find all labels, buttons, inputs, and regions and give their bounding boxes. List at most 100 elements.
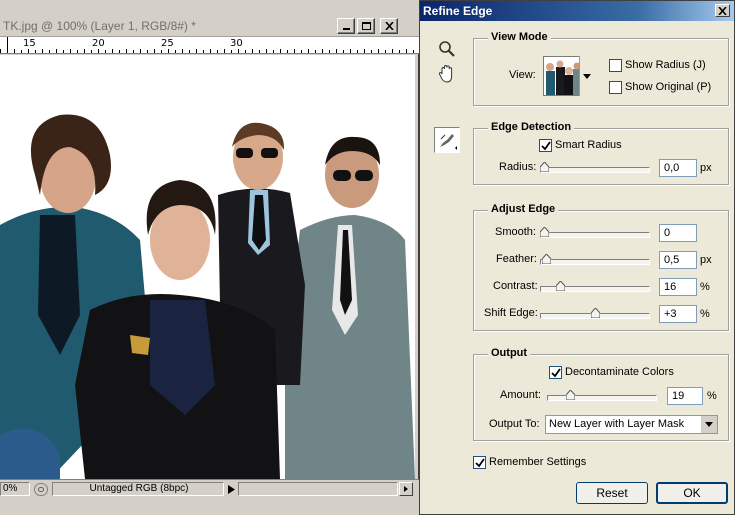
ruler-tick bbox=[7, 37, 8, 53]
output-to-value: New Layer with Layer Mask bbox=[549, 418, 685, 430]
view-dropdown-button[interactable] bbox=[579, 56, 593, 96]
document-titlebar[interactable]: TK.jpg @ 100% (Layer 1, RGB/8#) * bbox=[0, 0, 419, 37]
ruler-tick bbox=[406, 49, 407, 53]
ruler-tick bbox=[28, 49, 29, 53]
show-original-checkbox[interactable] bbox=[609, 81, 622, 94]
ruler-tick bbox=[273, 50, 274, 53]
ruler-tick bbox=[161, 50, 162, 53]
ruler-label: 30 bbox=[230, 38, 243, 49]
zoom-tool[interactable] bbox=[436, 38, 458, 60]
reset-button[interactable]: Reset bbox=[576, 482, 648, 504]
minimize-icon bbox=[342, 28, 350, 30]
ok-button[interactable]: OK bbox=[656, 482, 728, 504]
doc-info-icon bbox=[38, 487, 44, 492]
shift-edge-unit: % bbox=[700, 308, 710, 320]
decontaminate-checkbox[interactable] bbox=[549, 366, 562, 379]
dialog-titlebar[interactable]: Refine Edge bbox=[420, 1, 734, 21]
ruler-tick bbox=[238, 49, 239, 53]
ruler-tick bbox=[413, 50, 414, 53]
zoom-level-field[interactable]: 0% bbox=[0, 482, 30, 496]
ruler-tick bbox=[329, 50, 330, 53]
contrast-label: Contrast: bbox=[493, 280, 538, 292]
document-bottom-bar bbox=[0, 497, 419, 515]
refine-edge-dialog: Refine Edge View Mode View: Show Radius … bbox=[419, 0, 735, 515]
close-icon bbox=[384, 22, 394, 30]
ruler-tick bbox=[35, 50, 36, 53]
show-radius-label: Show Radius (J) bbox=[625, 59, 706, 71]
workspace: TK.jpg @ 100% (Layer 1, RGB/8#) * 15 20 25… bbox=[0, 0, 735, 515]
contrast-value: 16 bbox=[664, 281, 677, 293]
hand-tool[interactable] bbox=[436, 63, 458, 85]
amount-slider[interactable] bbox=[547, 389, 657, 401]
ruler-tick bbox=[322, 49, 323, 53]
ruler-tick bbox=[266, 49, 267, 53]
output-to-label: Output To: bbox=[489, 418, 540, 430]
slider-thumb-icon[interactable] bbox=[541, 253, 552, 265]
ruler-tick bbox=[245, 50, 246, 53]
feather-value: 0,5 bbox=[664, 254, 680, 266]
contrast-input[interactable]: 16 bbox=[659, 278, 697, 296]
ruler-tick bbox=[91, 50, 92, 53]
zoom-level: 0% bbox=[3, 483, 18, 494]
slider-thumb-icon[interactable] bbox=[539, 161, 550, 173]
show-radius-checkbox[interactable] bbox=[609, 59, 622, 72]
smooth-input[interactable]: 0 bbox=[659, 224, 697, 242]
feather-input[interactable]: 0,5 bbox=[659, 251, 697, 269]
view-thumbnail-image bbox=[544, 57, 582, 95]
ruler-tick bbox=[42, 49, 43, 53]
checkmark-icon bbox=[550, 367, 561, 377]
output-label: Output bbox=[488, 347, 531, 359]
smart-radius-checkbox[interactable] bbox=[539, 139, 552, 152]
horizontal-scrollbar[interactable] bbox=[238, 482, 398, 496]
ruler-tick bbox=[196, 49, 197, 53]
edge-detection-label: Edge Detection bbox=[488, 121, 575, 133]
ruler-tick bbox=[252, 49, 253, 53]
dialog-title: Refine Edge bbox=[423, 4, 493, 18]
amount-input[interactable]: 19 bbox=[667, 387, 703, 405]
contrast-slider[interactable] bbox=[540, 280, 650, 292]
ruler-tick bbox=[357, 50, 358, 53]
ruler-tick bbox=[14, 49, 15, 53]
document-window: TK.jpg @ 100% (Layer 1, RGB/8#) * 15 20 25… bbox=[0, 0, 419, 515]
maximize-button[interactable] bbox=[357, 18, 375, 34]
shift-edge-slider[interactable] bbox=[540, 307, 650, 319]
ruler-tick bbox=[98, 49, 99, 53]
slider-thumb-icon[interactable] bbox=[565, 389, 576, 401]
hand-icon bbox=[438, 64, 453, 83]
ruler-tick bbox=[259, 50, 260, 53]
slider-thumb-icon[interactable] bbox=[539, 226, 550, 238]
ruler-tick bbox=[112, 49, 113, 53]
ruler-tick bbox=[385, 50, 386, 53]
radius-unit: px bbox=[700, 162, 712, 174]
chevron-down-icon bbox=[705, 422, 713, 427]
remember-settings-checkbox[interactable] bbox=[473, 456, 486, 469]
ruler-tick bbox=[378, 49, 379, 53]
ruler-tick bbox=[126, 49, 127, 53]
status-menu-button[interactable] bbox=[34, 483, 48, 496]
close-button[interactable] bbox=[380, 18, 398, 34]
smooth-slider[interactable] bbox=[539, 226, 650, 238]
output-to-select[interactable]: New Layer with Layer Mask bbox=[545, 415, 718, 434]
ruler-tick bbox=[21, 50, 22, 53]
image-canvas[interactable] bbox=[0, 55, 415, 479]
ruler-tick bbox=[350, 49, 351, 53]
minimize-button[interactable] bbox=[337, 18, 355, 34]
feather-slider[interactable] bbox=[540, 253, 650, 265]
status-arrow-button[interactable] bbox=[225, 483, 237, 496]
view-label: View: bbox=[509, 69, 536, 81]
shift-edge-input[interactable]: +3 bbox=[659, 305, 697, 323]
radius-input[interactable]: 0,0 bbox=[659, 159, 697, 177]
chevron-down-icon bbox=[582, 73, 591, 79]
radius-slider[interactable] bbox=[539, 161, 650, 173]
slider-thumb-icon[interactable] bbox=[555, 280, 566, 292]
scroll-right-button[interactable] bbox=[399, 482, 413, 496]
smooth-value: 0 bbox=[664, 227, 671, 239]
ruler-tick bbox=[308, 49, 309, 53]
slider-thumb-icon[interactable] bbox=[590, 307, 601, 319]
amount-label: Amount: bbox=[500, 389, 541, 401]
dialog-close-button[interactable] bbox=[715, 4, 730, 17]
output-to-dropdown-button[interactable] bbox=[700, 416, 717, 433]
feather-unit: px bbox=[700, 254, 712, 266]
contrast-unit: % bbox=[700, 281, 710, 293]
refine-radius-tool[interactable] bbox=[434, 127, 460, 153]
